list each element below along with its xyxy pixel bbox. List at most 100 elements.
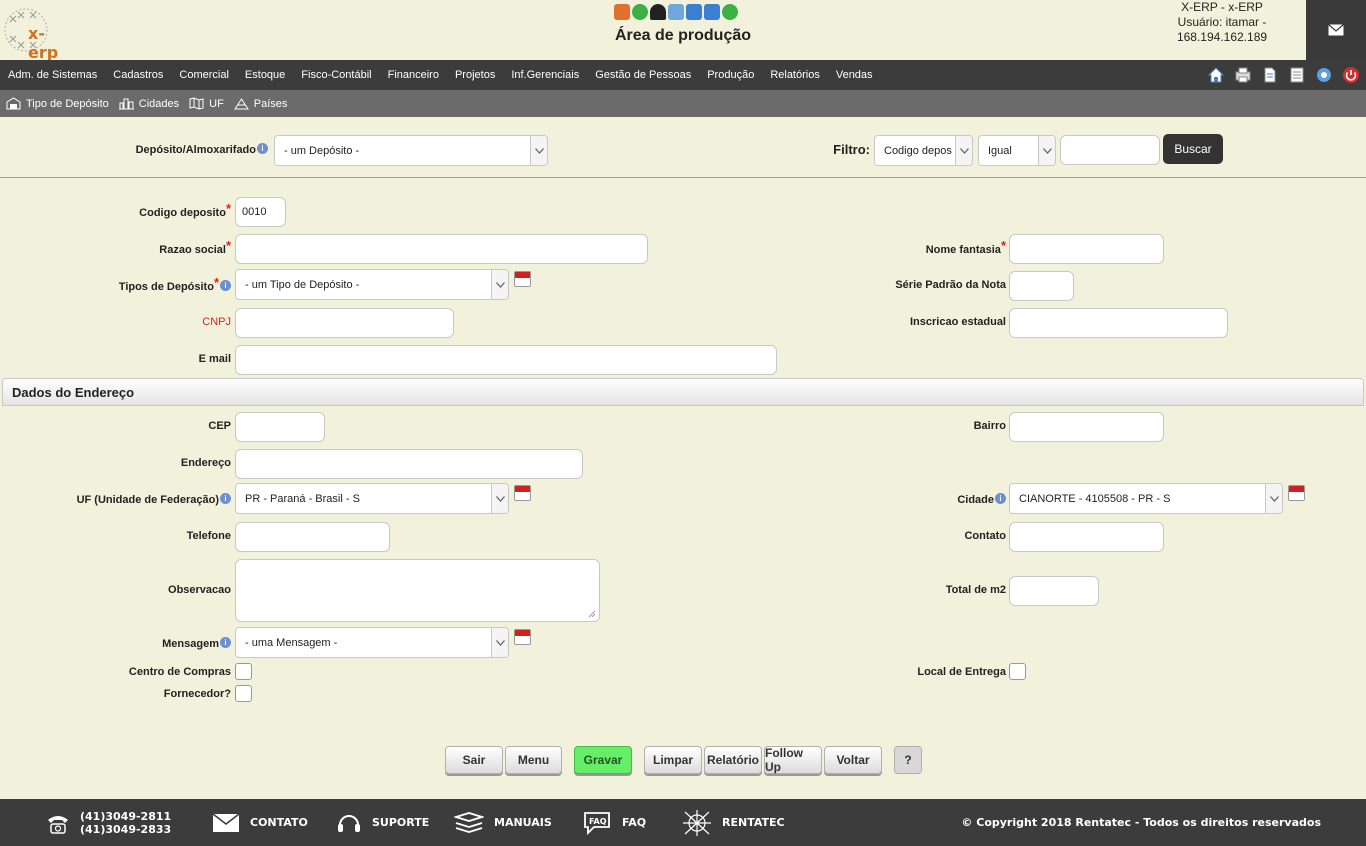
calendar-icon[interactable] (1288, 485, 1305, 501)
chevron-down-icon (955, 136, 972, 165)
bairro-input[interactable] (1009, 412, 1164, 442)
filter-operator-select[interactable]: Igual (978, 135, 1056, 166)
footer-faq[interactable]: FAQ FAQ (582, 799, 646, 846)
fornecedor-checkbox[interactable] (235, 685, 252, 702)
messages-button[interactable] (1306, 0, 1366, 60)
user-ip: 168.194.162.189 (1176, 30, 1268, 44)
rentatec-logo-icon (683, 809, 711, 836)
inscricao-input[interactable] (1009, 308, 1228, 338)
limpar-button[interactable]: Limpar (644, 746, 702, 774)
header-shortcuts (614, 4, 738, 20)
envelope-icon (1328, 24, 1344, 36)
voltar-button[interactable]: Voltar (824, 746, 882, 774)
filter-field-select[interactable]: Codigo depos (874, 135, 973, 166)
menu-comercial[interactable]: Comercial (171, 69, 237, 81)
razao-label: Razao social* (159, 238, 231, 256)
total-m2-input[interactable] (1009, 576, 1099, 606)
deposito-select[interactable]: - um Depósito - (274, 135, 548, 166)
contato-input[interactable] (1009, 522, 1164, 552)
calendar-icon[interactable] (514, 271, 531, 287)
map-icon (189, 97, 204, 110)
info-icon[interactable]: i (995, 493, 1006, 504)
books-icon (454, 811, 484, 833)
menu-button[interactable]: Menu (505, 746, 562, 774)
endereco-label: Endereço (180, 457, 231, 469)
observacao-textarea[interactable] (235, 559, 600, 622)
filter-value-input[interactable] (1060, 135, 1160, 165)
menu-producao[interactable]: Produção (699, 69, 762, 81)
serie-label: Série Padrão da Nota (895, 279, 1006, 291)
endereco-input[interactable] (235, 449, 583, 479)
relatorio-button[interactable]: Relatório (704, 746, 762, 774)
email-input[interactable] (235, 345, 777, 375)
gravar-button[interactable]: Gravar (574, 746, 632, 774)
menu-fisco-contabil[interactable]: Fisco-Contábil (293, 69, 379, 81)
document-icon[interactable] (1261, 66, 1279, 84)
submenu-paises[interactable]: Países (233, 97, 288, 110)
centro-compras-checkbox[interactable] (235, 663, 252, 680)
footer-contato[interactable]: CONTATO (212, 799, 308, 846)
cep-input[interactable] (235, 412, 325, 442)
buscar-button[interactable]: Buscar (1163, 134, 1223, 164)
menu-cadastros[interactable]: Cadastros (105, 69, 171, 81)
phone-1: (41)3049-2811 (80, 809, 172, 823)
notes-icon[interactable] (1288, 66, 1306, 84)
calendar-icon[interactable] (514, 629, 531, 645)
footer-manuais[interactable]: MANUAIS (454, 799, 552, 846)
local-entrega-checkbox[interactable] (1009, 663, 1026, 680)
menu-estoque[interactable]: Estoque (237, 69, 293, 81)
email-label: E mail (198, 353, 231, 365)
sub-menu: Tipo de Depósito Cidades UF Países (0, 90, 1366, 117)
envelope-icon (212, 812, 240, 832)
submenu-cidades[interactable]: Cidades (118, 97, 179, 110)
globe-icon (233, 98, 249, 110)
submenu-paises-label: Países (253, 97, 288, 110)
menu-relatorios[interactable]: Relatórios (762, 69, 828, 81)
home-icon[interactable] (1207, 66, 1225, 84)
info-icon[interactable]: i (220, 637, 231, 648)
followup-button[interactable]: Follow Up (764, 746, 822, 774)
info-icon[interactable]: i (257, 143, 268, 154)
uf-select[interactable]: PR - Paraná - Brasil - S (235, 483, 509, 514)
calendar-icon[interactable] (514, 485, 531, 501)
menu-adm-sistemas[interactable]: Adm. de Sistemas (0, 69, 105, 81)
info-icon[interactable]: i (220, 493, 231, 504)
user-info: X-ERP - x-ERP Usuário: itamar - 168.194.… (1160, 0, 1284, 45)
sair-button[interactable]: Sair (445, 746, 503, 774)
print-icon[interactable] (1234, 66, 1252, 84)
add2-icon[interactable] (722, 4, 738, 20)
add-icon[interactable] (632, 4, 648, 20)
menu-vendas[interactable]: Vendas (828, 69, 881, 81)
telefone-label: Telefone (186, 530, 231, 542)
menu-financeiro[interactable]: Financeiro (380, 69, 447, 81)
serie-input[interactable] (1009, 271, 1074, 301)
submenu-uf[interactable]: UF (189, 97, 224, 110)
copyright: © Copyright 2018 Rentatec - Todos os dir… (961, 816, 1321, 829)
footer-rentatec[interactable]: RENTATEC (682, 799, 785, 846)
office-icon[interactable] (614, 4, 630, 20)
menu-projetos[interactable]: Projetos (447, 69, 503, 81)
total-m2-label: Total de m2 (945, 584, 1006, 596)
computer-icon[interactable] (668, 4, 684, 20)
resize-handle-icon[interactable] (588, 610, 596, 618)
info-icon[interactable]: i (220, 280, 231, 291)
footer-suporte[interactable]: SUPORTE (336, 799, 429, 846)
tipos-select[interactable]: - um Tipo de Depósito - (235, 269, 509, 300)
nome-fantasia-input[interactable] (1009, 234, 1164, 264)
codigo-input[interactable]: 0010 (235, 197, 286, 227)
fornecedor-label: Fornecedor? (163, 688, 231, 700)
menu-inf-gerenciais[interactable]: Inf.Gerenciais (503, 69, 587, 81)
menu-gestao-pessoas[interactable]: Gestão de Pessoas (587, 69, 699, 81)
card2-icon[interactable] (704, 4, 720, 20)
logout-icon[interactable] (1342, 66, 1360, 84)
razao-input[interactable] (235, 234, 648, 264)
chat-icon[interactable] (1315, 66, 1333, 84)
telefone-input[interactable] (235, 522, 390, 552)
help-button[interactable]: ? (894, 746, 922, 774)
mensagem-select[interactable]: - uma Mensagem - (235, 627, 509, 658)
card-icon[interactable] (686, 4, 702, 20)
submenu-tipo-deposito[interactable]: Tipo de Depósito (6, 97, 109, 110)
users-icon[interactable] (650, 4, 666, 20)
cidade-select[interactable]: CIANORTE - 4105508 - PR - S (1009, 483, 1283, 514)
cnpj-input[interactable] (235, 308, 454, 338)
